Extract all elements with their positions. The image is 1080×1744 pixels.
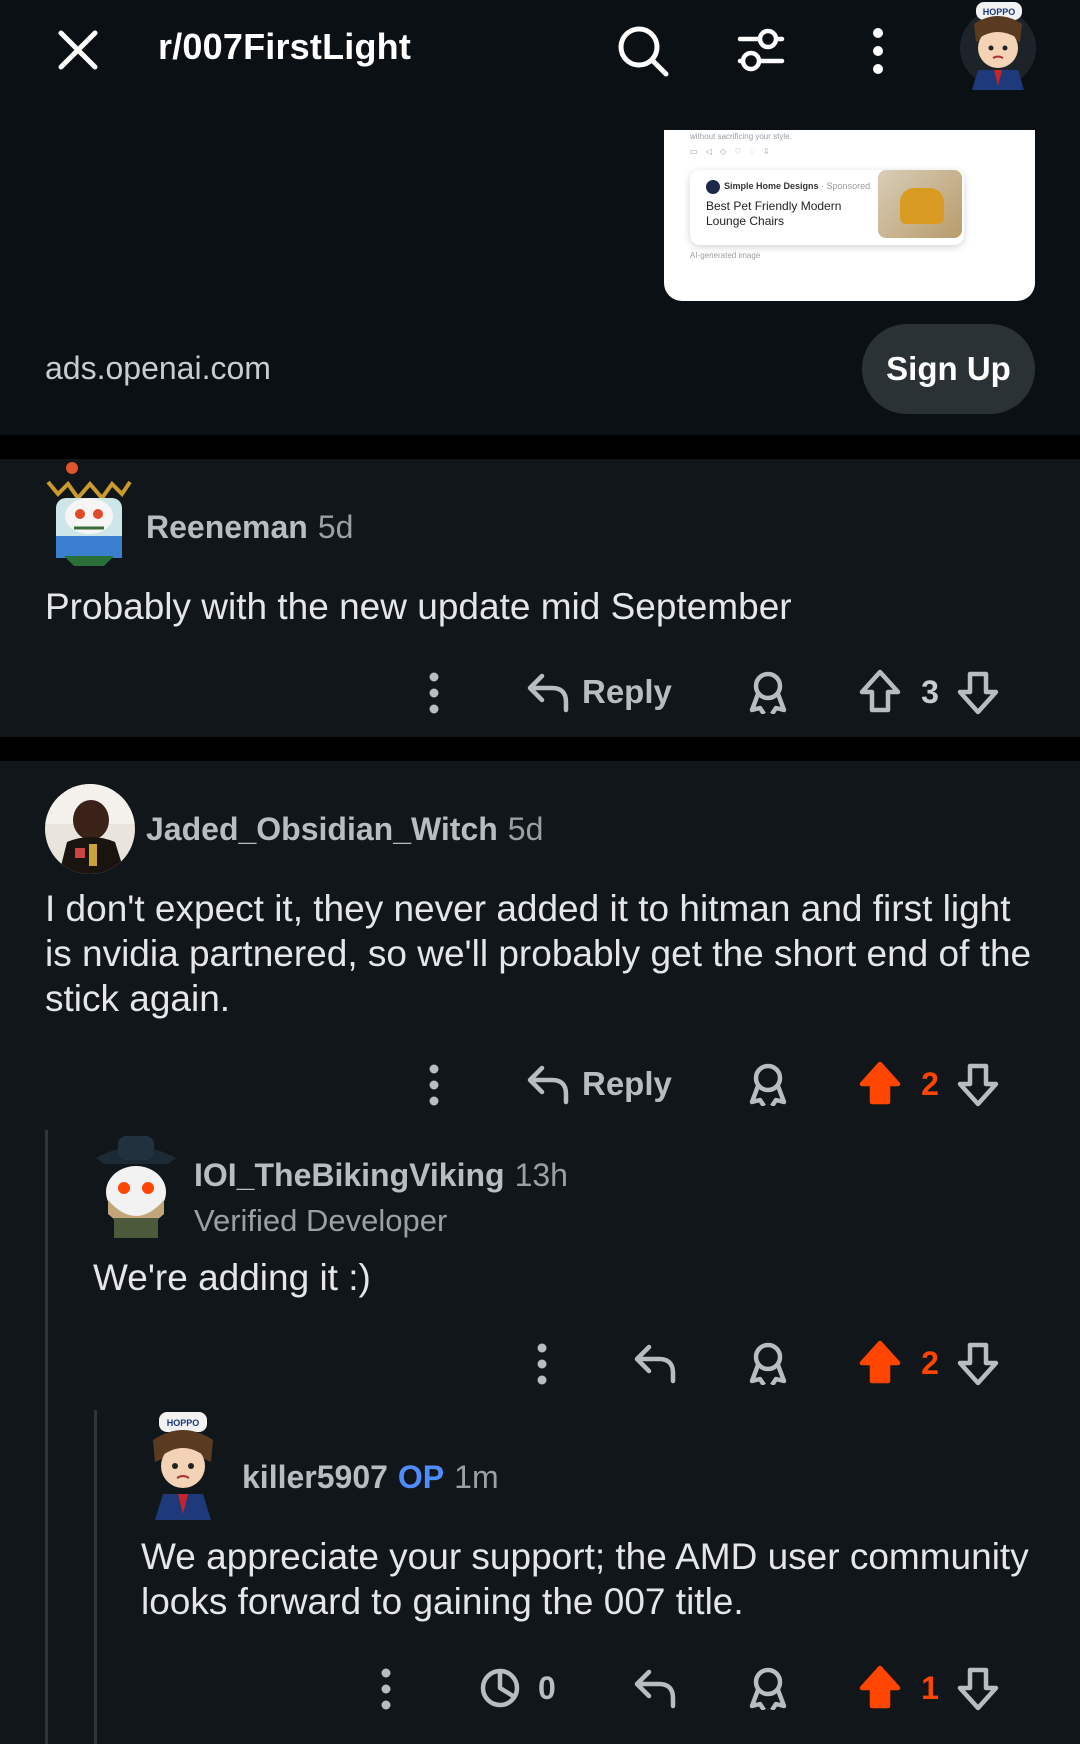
ad-sponsor: Simple Home Designs · Sponsored	[724, 181, 871, 191]
commenter-avatar[interactable]	[45, 784, 135, 874]
user-flair: Verified Developer	[194, 1203, 448, 1238]
commenter-avatar[interactable]	[44, 458, 134, 568]
thread-line[interactable]	[45, 1130, 48, 1744]
thread-line[interactable]	[94, 1410, 97, 1744]
op-badge: OP	[397, 1459, 445, 1495]
upvote-icon-active[interactable]	[858, 1339, 902, 1385]
commenter-avatar[interactable]	[90, 1130, 180, 1240]
stats-pie-icon	[480, 1668, 520, 1708]
ad-card-icons: ▭ ◁ ◇ ♡ ◌ ⇩	[690, 147, 773, 156]
more-options-icon[interactable]	[424, 1062, 444, 1108]
reply-icon	[527, 1065, 569, 1105]
reply-icon	[527, 673, 569, 713]
top-bar: r/007FirstLight HOPPO	[0, 0, 1080, 100]
award-icon[interactable]	[746, 1341, 790, 1385]
chair-thumbnail	[878, 170, 962, 238]
subreddit-title[interactable]: r/007FirstLight	[158, 26, 411, 68]
vote-count: 1	[921, 1670, 939, 1706]
sponsor-logo-icon	[706, 180, 720, 194]
ad-inner-card: Simple Home Designs · Sponsored Best Pet…	[690, 170, 964, 245]
comment-body: I don't expect it, they never added it t…	[45, 888, 1032, 1019]
vote-count: 2	[921, 1066, 939, 1102]
reply-icon	[634, 1669, 676, 1709]
reply-button[interactable]	[633, 1666, 677, 1710]
divider	[0, 435, 1080, 459]
sign-up-button[interactable]: Sign Up	[862, 324, 1035, 414]
comment-body: We're adding it :)	[93, 1257, 371, 1298]
vote-count: 3	[921, 674, 939, 710]
reply-button[interactable]: Reply	[526, 1062, 672, 1106]
downvote-icon[interactable]	[956, 1666, 1000, 1712]
reply-icon	[634, 1344, 676, 1384]
close-icon[interactable]	[55, 27, 101, 73]
more-options-icon[interactable]	[376, 1666, 396, 1712]
downvote-icon[interactable]	[956, 1062, 1000, 1108]
vote-count: 2	[921, 1345, 939, 1381]
ad-card-footer: AI-generated image	[690, 251, 761, 260]
commenter-avatar[interactable]: HOPPO	[145, 1410, 225, 1520]
user-avatar[interactable]: HOPPO	[958, 0, 1038, 90]
award-icon[interactable]	[746, 670, 790, 714]
filter-icon[interactable]	[736, 26, 786, 76]
reply-button[interactable]	[633, 1341, 677, 1385]
promoted-post[interactable]: without sacrificing your style. ▭ ◁ ◇ ♡ …	[0, 100, 1080, 435]
more-options-icon[interactable]	[532, 1341, 552, 1387]
view-count: 0	[538, 1669, 556, 1706]
ad-image[interactable]: without sacrificing your style. ▭ ◁ ◇ ♡ …	[664, 130, 1035, 301]
comment-username[interactable]: IOI_TheBikingViking 13h	[194, 1157, 568, 1194]
upvote-icon[interactable]	[858, 668, 902, 714]
divider	[0, 737, 1080, 761]
award-icon[interactable]	[746, 1062, 790, 1106]
more-options-icon[interactable]	[424, 670, 444, 716]
comment-username[interactable]: Reeneman 5d	[146, 509, 353, 546]
comment-username[interactable]: Jaded_Obsidian_Witch 5d	[146, 811, 543, 848]
comment-age: 5d	[507, 811, 544, 847]
comment-body: We appreciate your support; the AMD user…	[141, 1536, 1029, 1622]
ad-domain[interactable]: ads.openai.com	[45, 350, 271, 387]
reply-label: Reply	[582, 673, 672, 710]
downvote-icon[interactable]	[956, 670, 1000, 716]
comment-body: Probably with the new update mid Septemb…	[45, 586, 792, 627]
comment-age: 1m	[454, 1459, 499, 1495]
downvote-icon[interactable]	[956, 1341, 1000, 1387]
upvote-icon-active[interactable]	[858, 1664, 902, 1710]
ad-product-title: Best Pet Friendly Modern Lounge Chairs	[706, 199, 842, 228]
award-icon[interactable]	[746, 1666, 790, 1710]
view-stats-button[interactable]: 0	[478, 1666, 556, 1710]
upvote-icon-active[interactable]	[858, 1060, 902, 1106]
reply-button[interactable]: Reply	[526, 670, 672, 714]
more-vertical-icon[interactable]	[868, 26, 888, 76]
comment-age: 5d	[317, 509, 354, 545]
reply-label: Reply	[582, 1065, 672, 1102]
svg-text:HOPPO: HOPPO	[983, 7, 1016, 17]
comment-age: 13h	[514, 1157, 568, 1193]
search-icon[interactable]	[616, 24, 670, 78]
svg-text:HOPPO: HOPPO	[167, 1418, 200, 1428]
comment-username[interactable]: killer5907 OP 1m	[242, 1459, 499, 1496]
ad-card-top-text: without sacrificing your style.	[690, 132, 792, 141]
